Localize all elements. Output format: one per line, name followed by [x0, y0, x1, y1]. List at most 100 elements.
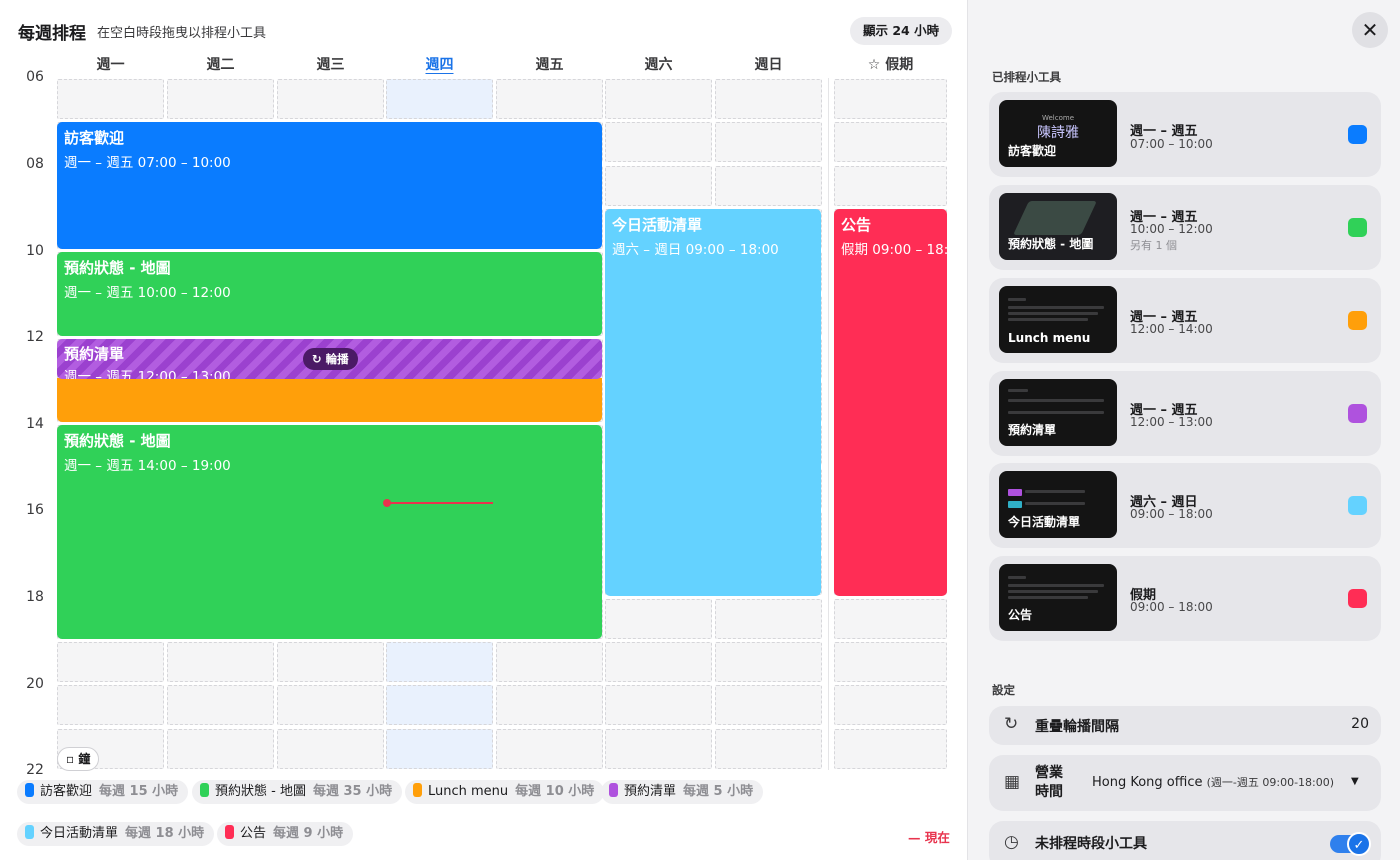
empty-time-slot[interactable]: [277, 685, 384, 726]
event-booking-map[interactable]: 預約狀態 - 地圖 週一 – 週五 10:00 – 12:00: [57, 252, 602, 336]
widget-card-today-activities[interactable]: 今日活動清單 週六 – 週日 09:00 – 18:00: [989, 463, 1381, 548]
event-announcement[interactable]: 公告 假期 09:00 – 18:00: [834, 209, 947, 596]
legend-hours: 每週 9 小時: [273, 826, 344, 841]
legend-item: 今日活動清單 每週 18 小時: [17, 822, 215, 846]
empty-time-slot[interactable]: [834, 79, 947, 119]
side-panel: ✕ 已排程小工具 Welcome 陳詩雅 訪客歡迎 週一 – 週五 07:00 …: [967, 0, 1400, 860]
event-booking-map[interactable]: 預約狀態 - 地圖 週一 – 週五 14:00 – 19:00: [57, 425, 602, 639]
widget-time: 12:00 – 14:00: [1130, 322, 1213, 336]
rotation-interval-row[interactable]: ↻ 重疊輪播間隔 20: [989, 706, 1381, 745]
empty-time-slot[interactable]: [277, 728, 384, 769]
widget-card-booking-map[interactable]: 預約狀態 - 地圖 週一 – 週五 10:00 – 12:00 另有 1 個: [989, 185, 1381, 270]
event-visitor-welcome[interactable]: 訪客歡迎 週一 – 週五 07:00 – 10:00: [57, 122, 602, 249]
empty-time-slot[interactable]: [605, 79, 712, 119]
widget-color-swatch[interactable]: [1348, 218, 1367, 237]
empty-time-slot[interactable]: [834, 641, 947, 682]
event-today-activities[interactable]: 今日活動清單 週六 – 週日 09:00 – 18:00: [605, 209, 821, 596]
event-title: 今日活動清單: [612, 216, 703, 234]
business-hours-select[interactable]: Hong Kong office (週一-週五 09:00-18:00): [1092, 774, 1334, 790]
widget-thumb-label: Lunch menu: [1008, 331, 1091, 345]
empty-time-slot[interactable]: [167, 79, 274, 119]
empty-time-slot[interactable]: [605, 122, 712, 163]
legend-item: 預約狀態 - 地圖 每週 35 小時: [192, 780, 403, 804]
empty-time-slot[interactable]: [605, 685, 712, 726]
now-legend-label: — 現在: [908, 830, 950, 845]
empty-time-slot[interactable]: [715, 641, 822, 682]
event-title: 訪客歡迎: [64, 129, 125, 147]
empty-time-slot[interactable]: [277, 79, 384, 119]
widget-card-announcement[interactable]: 公告 假期 09:00 – 18:00: [989, 556, 1381, 641]
hour-label: 16: [26, 502, 44, 518]
empty-time-slot[interactable]: [605, 165, 712, 206]
clock-button[interactable]: ▫ 鐘: [57, 747, 100, 771]
event-range: 週一 – 週五 10:00 – 12:00: [64, 285, 231, 301]
empty-time-slot[interactable]: [834, 598, 947, 639]
close-icon: ✕: [1361, 18, 1379, 42]
chevron-down-icon[interactable]: ▼: [1351, 776, 1359, 787]
thumb-line: [1025, 502, 1085, 505]
rotation-badge-label: 輪播: [325, 352, 349, 366]
empty-time-slot[interactable]: [834, 165, 947, 206]
empty-time-slot[interactable]: [605, 641, 712, 682]
close-button[interactable]: ✕: [1352, 12, 1388, 48]
unscheduled-widgets-row[interactable]: ◷ 未排程時段小工具 ✓: [989, 821, 1381, 860]
empty-time-slot[interactable]: [834, 728, 947, 769]
empty-time-slot[interactable]: [386, 685, 493, 726]
widget-card-visitor[interactable]: Welcome 陳詩雅 訪客歡迎 週一 – 週五 07:00 – 10:00: [989, 92, 1381, 177]
empty-time-slot[interactable]: [167, 728, 274, 769]
empty-time-slot[interactable]: [496, 728, 603, 769]
empty-time-slot[interactable]: [834, 122, 947, 163]
empty-time-slot[interactable]: [277, 641, 384, 682]
empty-time-slot[interactable]: [715, 728, 822, 769]
hour-label: 22: [26, 762, 44, 778]
widget-card-lunch-menu[interactable]: Lunch menu 週一 – 週五 12:00 – 14:00: [989, 278, 1381, 363]
thumb-welcome-text: Welcome: [1041, 114, 1075, 122]
empty-time-slot[interactable]: [715, 685, 822, 726]
widget-thumbnail: 今日活動清單: [999, 471, 1117, 538]
empty-time-slot[interactable]: [715, 122, 822, 163]
empty-time-slot[interactable]: [834, 685, 947, 726]
widget-color-swatch[interactable]: [1348, 589, 1367, 608]
empty-time-slot[interactable]: [167, 685, 274, 726]
empty-time-slot[interactable]: [386, 79, 493, 119]
empty-time-slot[interactable]: [715, 79, 822, 119]
widget-thumb-label: 今日活動清單: [1008, 515, 1081, 529]
empty-time-slot[interactable]: [605, 728, 712, 769]
rotation-interval-value[interactable]: 20: [1351, 716, 1369, 732]
empty-time-slot[interactable]: [715, 598, 822, 639]
widget-color-swatch[interactable]: [1348, 311, 1367, 330]
calendar-icon: ▫: [66, 752, 75, 766]
hour-label: 18: [26, 589, 44, 605]
empty-time-slot[interactable]: [496, 685, 603, 726]
show-24-hours-button[interactable]: 顯示 24 小時: [850, 17, 953, 45]
calendar-icon: ▦: [1004, 772, 1021, 792]
widget-card-booking-list[interactable]: 預約清單 週一 – 週五 12:00 – 13:00: [989, 371, 1381, 456]
event-range: 週一 – 週五 07:00 – 10:00: [64, 155, 231, 171]
empty-time-slot[interactable]: [496, 641, 603, 682]
now-indicator-dot: [383, 499, 391, 507]
empty-time-slot[interactable]: [167, 641, 274, 682]
business-hours-row[interactable]: ▦ 營業時間 Hong Kong office (週一-週五 09:00-18:…: [989, 755, 1381, 811]
empty-time-slot[interactable]: [57, 685, 164, 726]
empty-time-slot[interactable]: [57, 641, 164, 682]
widget-color-swatch[interactable]: [1348, 496, 1367, 515]
event-lunch-menu[interactable]: [57, 378, 602, 422]
legend-item: 預約清單 每週 5 小時: [601, 780, 764, 804]
thumb-line: [1008, 584, 1104, 587]
thumb-block: [1008, 489, 1022, 496]
unscheduled-widgets-toggle[interactable]: ✓: [1330, 832, 1371, 856]
thumb-line: [1008, 312, 1098, 315]
day-header-holiday: ☆ 假期: [867, 57, 914, 73]
empty-time-slot[interactable]: [386, 641, 493, 682]
widget-color-swatch[interactable]: [1348, 404, 1367, 423]
legend-name: 今日活動清單: [40, 826, 119, 841]
empty-time-slot[interactable]: [605, 598, 712, 639]
empty-time-slot[interactable]: [57, 79, 164, 119]
legend-hours: 每週 5 小時: [683, 784, 754, 799]
widget-color-swatch[interactable]: [1348, 125, 1367, 144]
empty-time-slot[interactable]: [715, 165, 822, 206]
weekly-schedule-panel: 每週排程 在空白時段拖曳以排程小工具 顯示 24 小時 週一 週二 週三 週四 …: [0, 0, 967, 860]
empty-time-slot[interactable]: [496, 79, 603, 119]
rotation-badge[interactable]: ↻ 輪播: [303, 348, 358, 370]
empty-time-slot[interactable]: [386, 728, 493, 769]
